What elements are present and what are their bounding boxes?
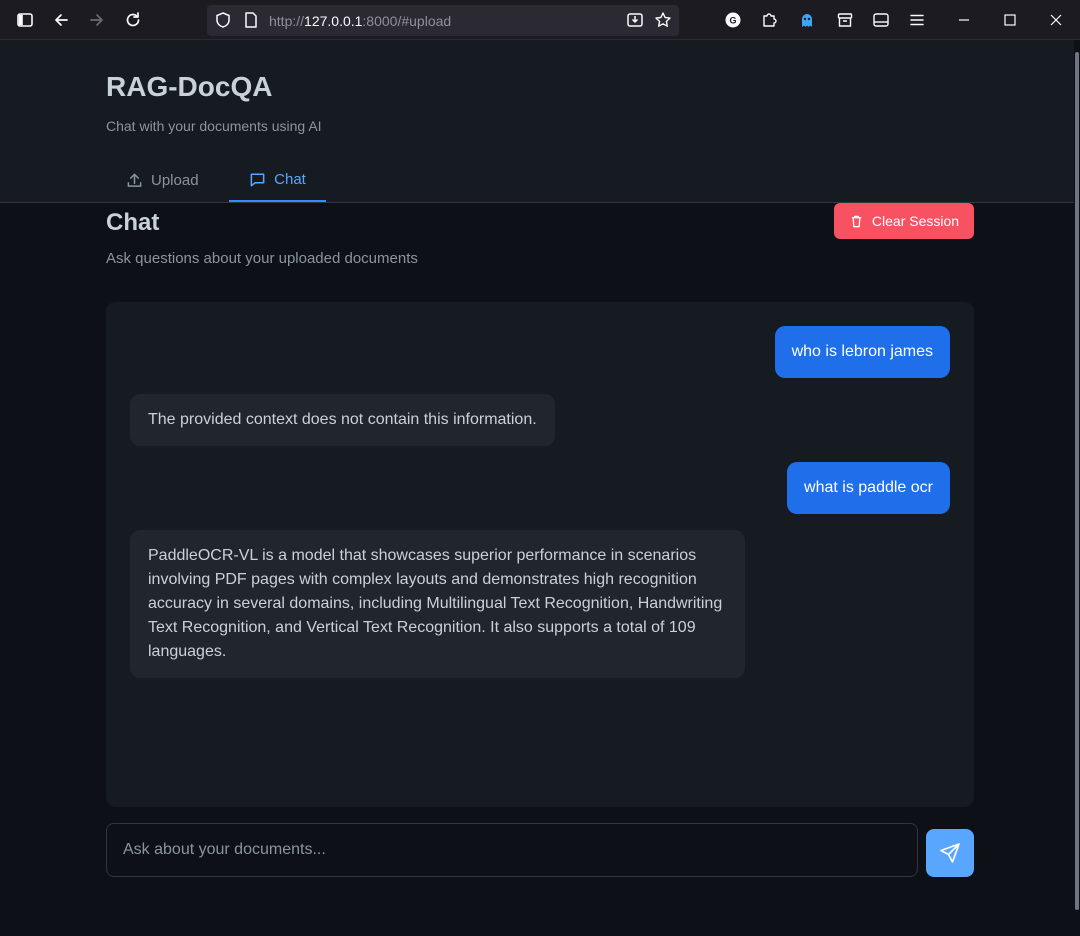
clear-session-label: Clear Session <box>871 213 960 229</box>
chat-messages-panel: who is lebron james The provided context… <box>106 302 974 807</box>
assistant-message: PaddleOCR-VL is a model that showcases s… <box>130 530 745 678</box>
app-header: RAG-DocQA Chat with your documents using… <box>0 40 1074 203</box>
extensions-puzzle-icon[interactable] <box>758 9 780 31</box>
shield-icon[interactable] <box>212 9 234 31</box>
message-square-icon <box>250 173 265 186</box>
user-message: who is lebron james <box>774 326 950 378</box>
send-icon <box>940 843 960 863</box>
chat-subtitle: Ask questions about your uploaded docume… <box>106 250 418 267</box>
trash-icon <box>851 215 862 227</box>
clear-session-button[interactable]: Clear Session <box>834 203 974 239</box>
page-scrollbar[interactable] <box>1074 40 1080 936</box>
page-info-icon[interactable] <box>240 9 262 31</box>
close-window-icon[interactable] <box>1045 9 1067 31</box>
sidebar-panel-icon[interactable] <box>870 9 892 31</box>
maximize-icon[interactable] <box>999 9 1021 31</box>
url-text: http://127.0.0.1:8000/#upload <box>269 13 452 29</box>
forward-icon[interactable] <box>86 9 108 31</box>
tab-chat-label: Chat <box>274 170 306 188</box>
assistant-message: The provided context does not contain th… <box>130 394 555 446</box>
chat-title: Chat <box>106 209 160 236</box>
archive-icon[interactable] <box>834 9 856 31</box>
reload-icon[interactable] <box>122 9 144 31</box>
back-icon[interactable] <box>50 9 72 31</box>
bookmark-star-icon[interactable] <box>652 9 674 31</box>
tab-upload-label: Upload <box>151 171 199 189</box>
menu-icon[interactable] <box>906 9 928 31</box>
ghost-extension-icon[interactable] <box>796 9 818 31</box>
minimize-icon[interactable] <box>953 9 975 31</box>
user-message: what is paddle ocr <box>787 462 950 514</box>
app-subtitle: Chat with your documents using AI <box>106 118 322 134</box>
chat-input[interactable] <box>106 823 918 877</box>
send-button[interactable] <box>926 829 974 877</box>
grammarly-extension-icon[interactable]: G <box>722 9 744 31</box>
browser-toolbar: http://127.0.0.1:8000/#upload G <box>0 0 1080 40</box>
address-bar[interactable]: http://127.0.0.1:8000/#upload <box>207 5 679 36</box>
app-title: RAG-DocQA <box>106 71 273 102</box>
tab-chat[interactable]: Chat <box>229 158 326 202</box>
tab-upload[interactable]: Upload <box>126 158 199 202</box>
sidebar-toggle-icon[interactable] <box>14 9 36 31</box>
download-page-icon[interactable] <box>624 9 646 31</box>
svg-text:G: G <box>729 16 736 26</box>
upload-icon <box>127 173 142 187</box>
scrollbar-thumb[interactable] <box>1075 52 1079 910</box>
